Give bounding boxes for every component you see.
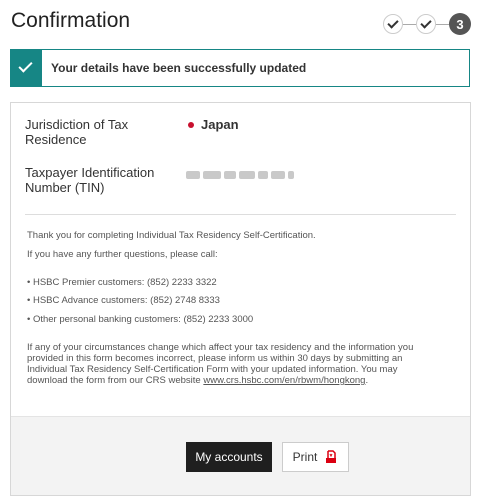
notice-line: download the form from our CRS website w… — [27, 375, 457, 386]
step-2-completed — [416, 14, 436, 34]
crs-website-link[interactable]: www.crs.hsbc.com/en/rbwm/hongkong — [203, 375, 365, 386]
tin-label: Taxpayer Identification Number (TIN) — [25, 165, 185, 195]
notice-line: provided in this form becomes incorrect,… — [27, 353, 403, 364]
checkmark-icon — [18, 58, 33, 73]
success-banner: Your details have been successfully upda… — [10, 49, 470, 87]
jurisdiction-label: Jurisdiction of Tax Residence — [25, 117, 185, 147]
tin-label-line2: Number (TIN) — [25, 180, 105, 195]
page-title: Confirmation — [11, 9, 131, 32]
jurisdiction-value: Japan — [186, 117, 239, 132]
my-accounts-button[interactable]: My accounts — [186, 442, 272, 472]
page-header: Confirmation 3 — [0, 0, 480, 46]
section-divider — [25, 214, 456, 215]
tin-value-masked — [186, 171, 294, 179]
japan-flag-icon — [186, 120, 196, 130]
jurisdiction-label-line2: Residence — [25, 132, 87, 147]
jurisdiction-value-text: Japan — [201, 117, 239, 132]
notice-line-prefix: download the form from our CRS website — [27, 375, 204, 386]
step-connector — [403, 23, 416, 25]
print-button[interactable]: Print — [282, 442, 349, 472]
checkmark-icon — [387, 17, 399, 29]
jurisdiction-row: Jurisdiction of Tax Residence Japan — [25, 117, 455, 149]
notice-paragraph: If any of your circumstances change whic… — [27, 342, 457, 386]
success-message: Your details have been successfully upda… — [51, 61, 307, 75]
tin-row: Taxpayer Identification Number (TIN) — [25, 165, 455, 197]
contact-premier: • HSBC Premier customers: (852) 2233 332… — [27, 277, 217, 288]
pdf-icon — [324, 450, 338, 464]
card-footer: My accounts Print — [11, 416, 470, 495]
confirmation-card: Jurisdiction of Tax Residence Japan Taxp… — [10, 102, 471, 496]
step-connector — [436, 23, 449, 25]
success-icon-box — [11, 50, 42, 86]
thank-you-text: Thank you for completing Individual Tax … — [27, 230, 316, 241]
print-button-label: Print — [292, 450, 318, 464]
contact-advance: • HSBC Advance customers: (852) 2748 833… — [27, 295, 220, 306]
step-3-current: 3 — [449, 13, 471, 35]
checkmark-icon — [420, 17, 432, 29]
notice-line-suffix: . — [365, 375, 369, 386]
contact-other: • Other personal banking customers: (852… — [27, 314, 254, 325]
notice-line: If any of your circumstances change whic… — [27, 342, 414, 353]
step-1-completed — [383, 14, 403, 34]
notice-line: Individual Tax Residency Self-Certificat… — [27, 364, 398, 375]
progress-stepper: 3 — [383, 13, 471, 35]
questions-text: If you have any further questions, pleas… — [27, 249, 218, 260]
tin-label-line1: Taxpayer Identification — [25, 165, 155, 180]
jurisdiction-label-line1: Jurisdiction of Tax — [25, 117, 129, 132]
